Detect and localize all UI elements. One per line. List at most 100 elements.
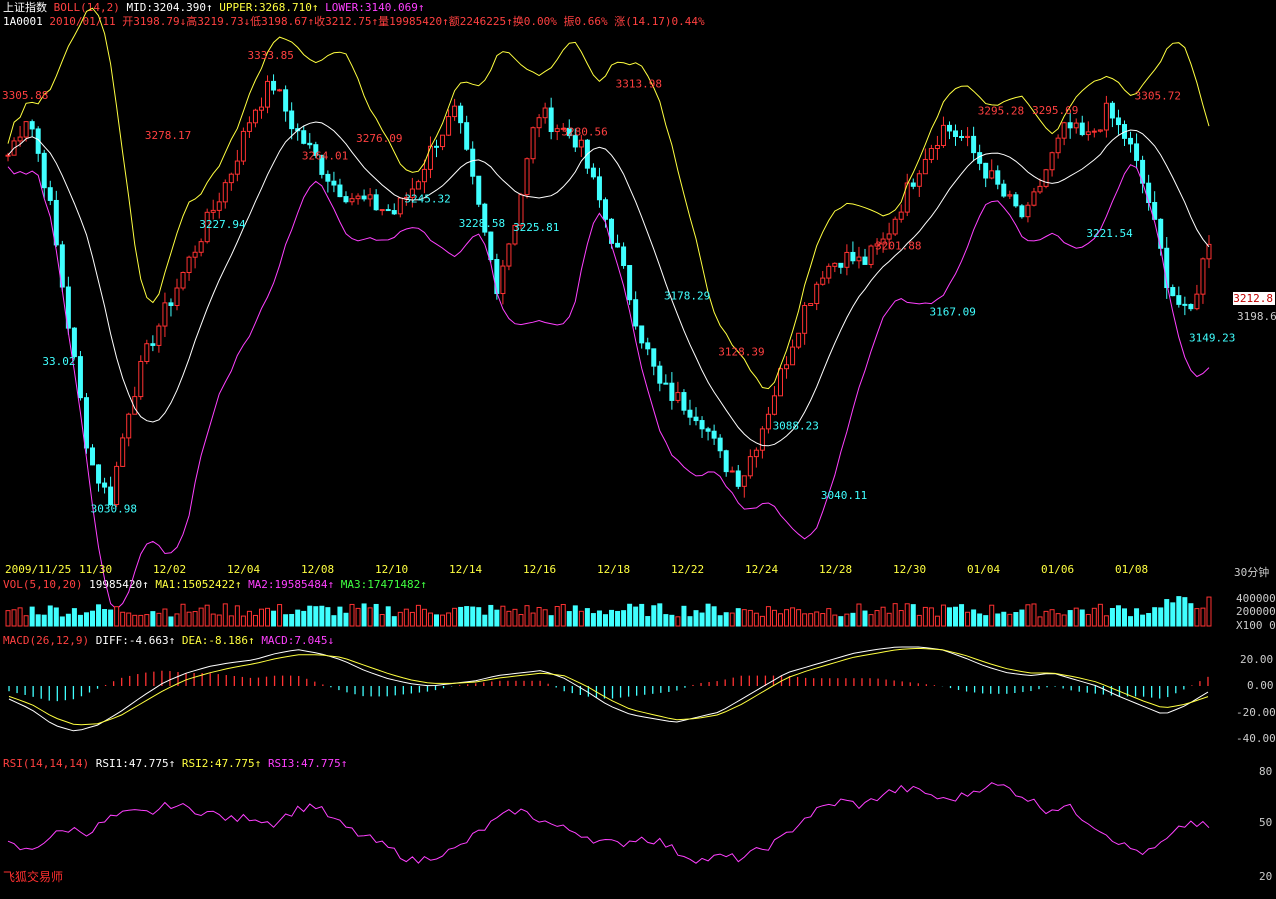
volume-bar — [41, 614, 47, 627]
volume-bar — [886, 612, 892, 627]
x-axis-label: 12/16 — [523, 563, 556, 576]
volume-bar — [971, 609, 977, 627]
volume-bar — [192, 611, 198, 627]
candle-body — [1194, 293, 1200, 310]
candle-body — [753, 449, 759, 458]
x-axis-label: 12/04 — [227, 563, 260, 576]
price-annotation: 3040.11 — [821, 489, 867, 502]
candle-body — [747, 456, 753, 477]
volume-bar — [1170, 602, 1176, 627]
candle-body — [784, 364, 790, 370]
volume-bar — [820, 613, 826, 627]
volume-bar — [210, 613, 216, 627]
volume-bar — [711, 606, 717, 627]
volume-bar — [1007, 613, 1013, 627]
rsi-panel — [7, 782, 1210, 864]
price-annotation: 3305.72 — [1135, 89, 1181, 102]
candle-body — [910, 182, 916, 187]
volume-bar — [596, 610, 602, 627]
candle-body — [578, 139, 584, 148]
volume-bar — [536, 606, 542, 627]
candle-body — [102, 482, 108, 488]
volume-bar — [77, 614, 83, 627]
candle-body — [216, 201, 222, 211]
volume-bar — [928, 607, 934, 627]
volume-bar — [186, 611, 192, 627]
volume-bar — [1152, 607, 1158, 627]
volume-bar — [1115, 605, 1121, 627]
candle-body — [1085, 131, 1091, 136]
candle-body — [29, 121, 35, 130]
candle-body — [699, 420, 705, 430]
volume-bar — [120, 611, 126, 627]
candle-body — [1103, 102, 1109, 131]
candle-body — [1176, 295, 1182, 305]
candle-body — [886, 233, 892, 240]
macd-diff-line — [8, 646, 1209, 732]
candle-body — [530, 127, 536, 160]
x-axis-label: 2009/11/25 — [5, 563, 71, 576]
candle-body — [596, 176, 602, 201]
candle-body — [1043, 169, 1049, 187]
volume-bar — [162, 608, 168, 627]
volume-bar — [1121, 608, 1127, 627]
volume-bar — [862, 610, 868, 627]
candle-body — [898, 211, 904, 220]
candle-body — [464, 122, 470, 150]
candle-body — [331, 180, 337, 186]
price-annotation: 3225.81 — [513, 221, 559, 234]
price-annotation: 3305.88 — [2, 89, 48, 102]
volume-bar — [633, 606, 639, 627]
volume-bar — [657, 603, 663, 627]
candle-body — [542, 107, 548, 119]
candle-body — [971, 135, 977, 154]
candle-body — [602, 199, 608, 220]
candle-body — [651, 348, 657, 367]
candle-body — [452, 105, 458, 118]
candle-body — [802, 305, 808, 334]
candle-body — [1031, 191, 1037, 206]
candle-body — [1188, 303, 1194, 310]
candle-body — [777, 368, 783, 397]
volume-bar — [313, 606, 319, 627]
volume-bar — [138, 614, 144, 627]
volume-bar — [1103, 615, 1109, 627]
candle-body — [240, 130, 246, 162]
volume-bar — [397, 611, 403, 627]
volume-bar — [892, 603, 898, 627]
volume-bar — [174, 613, 180, 627]
volume-bar — [204, 604, 210, 627]
volume-bar — [1013, 612, 1019, 627]
volume-bar — [946, 607, 952, 627]
candle-body — [488, 231, 494, 261]
candle-body — [228, 173, 234, 184]
volume-bar — [240, 615, 246, 627]
candle-body — [210, 209, 216, 213]
candle-body — [1067, 122, 1073, 129]
volume-bar — [331, 615, 337, 627]
volume-bar — [500, 605, 506, 627]
candle-body — [759, 428, 765, 451]
stock-chart[interactable]: 3305.88 33.02 3030.98 3278.17 3227.94 3333.85… — [0, 0, 1276, 899]
candle-body — [983, 162, 989, 179]
volume-bar — [108, 609, 114, 627]
candle-body — [1007, 194, 1013, 197]
volume-bar — [765, 606, 771, 627]
volume-bar — [228, 615, 234, 627]
volume-bar — [693, 610, 699, 627]
candle-body — [446, 116, 452, 136]
volume-bar — [349, 603, 355, 627]
boll-upper-line — [7, 7, 1210, 390]
volume-bar — [548, 615, 554, 627]
volume-bar — [681, 605, 687, 627]
candle-body — [536, 117, 542, 129]
volume-bar — [476, 607, 482, 627]
candle-body — [1019, 205, 1025, 218]
volume-bar — [1128, 616, 1134, 627]
volume-bar — [669, 614, 675, 627]
volume-bar — [723, 612, 729, 627]
candle-body — [645, 342, 651, 350]
volume-bar — [645, 616, 651, 627]
candle-body — [808, 303, 814, 307]
volume-bar — [1031, 603, 1037, 627]
